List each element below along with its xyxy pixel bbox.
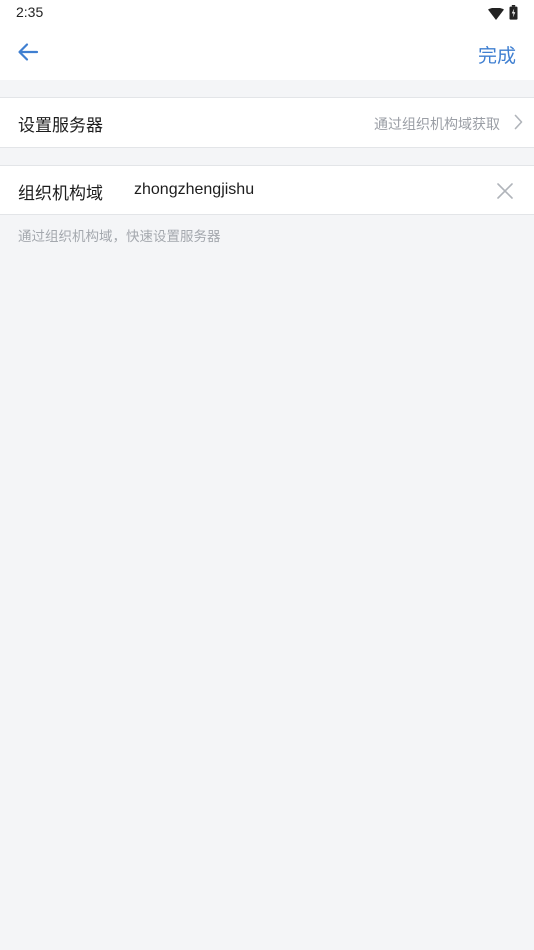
arrow-left-icon <box>17 42 39 66</box>
set-server-value: 通过组织机构域获取 <box>374 117 500 133</box>
org-domain-input[interactable] <box>134 176 464 204</box>
org-domain-row: 组织机构域 <box>0 165 534 215</box>
done-button[interactable]: 完成 <box>478 41 516 68</box>
set-server-title: 设置服务器 <box>18 116 103 136</box>
chevron-right-icon <box>514 114 523 134</box>
battery-icon <box>509 5 518 24</box>
close-icon[interactable] <box>496 182 514 200</box>
status-time: 2:35 <box>16 4 44 20</box>
back-button[interactable] <box>10 38 46 70</box>
set-server-row[interactable]: 设置服务器 通过组织机构域获取 <box>0 97 534 148</box>
hint-text: 通过组织机构域，快速设置服务器 <box>18 229 221 245</box>
status-bar: 2:35 <box>0 0 534 28</box>
app-bar: 完成 <box>0 28 534 80</box>
wifi-icon <box>488 5 504 24</box>
status-icons <box>488 5 518 24</box>
org-domain-label: 组织机构域 <box>18 184 103 204</box>
